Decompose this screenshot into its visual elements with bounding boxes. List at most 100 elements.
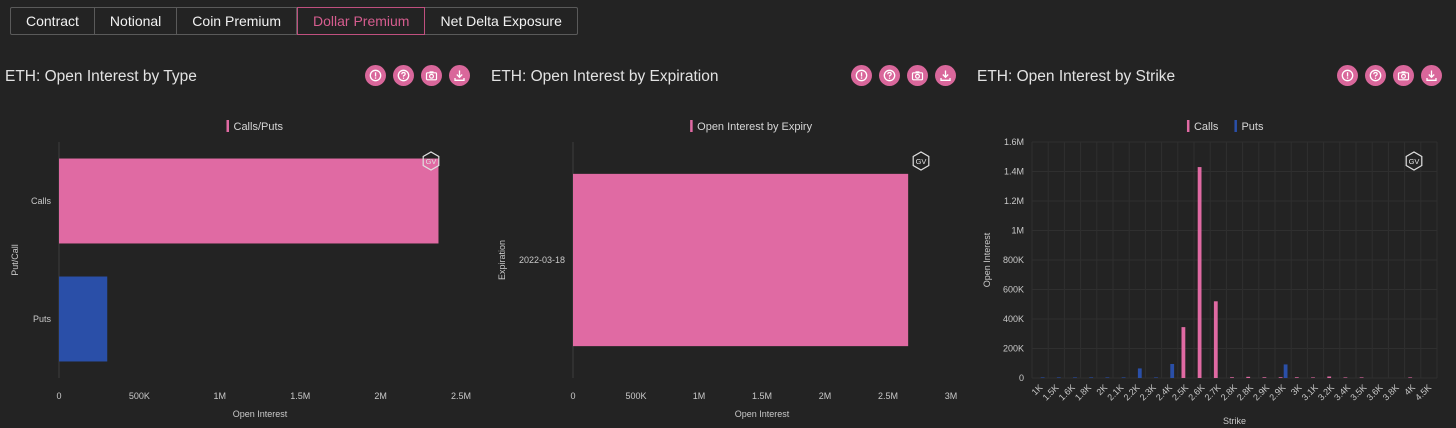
x-tick-label: 2.2K [1122,382,1142,402]
view-tabs: Contract Notional Coin Premium Dollar Pr… [10,7,578,35]
tab-notional[interactable]: Notional [94,7,178,35]
legend-label-open-interest-by-expiry: Open Interest by Expiry [697,121,812,133]
x-tick-label: 1M [214,391,227,401]
bar-puts-2-3k [1154,377,1158,378]
x-axis-title: Open Interest [735,409,790,419]
tab-dollar-premium[interactable]: Dollar Premium [297,7,426,35]
x-tick-label: 500K [625,391,646,401]
y-tick-label: Puts [33,314,52,324]
y-tick-label: 1M [1011,226,1024,236]
bar-calls-3-5k [1359,377,1364,378]
x-tick-label: 2.5M [451,391,471,401]
y-tick-label: 0 [1019,373,1024,383]
x-tick-label: 3.8K [1381,382,1401,402]
y-tick-label: 1.6M [1004,137,1024,147]
x-tick-label: 3.5K [1348,382,1368,402]
bar-calls-3-2k [1327,376,1332,378]
bar-calls-4k [1408,377,1413,378]
x-tick-label: 0 [56,391,61,401]
x-tick-label: 4.5K [1413,382,1433,402]
open-interest-by-strike-panel: ETH: Open Interest by Strike Calls Puts 0 2… [977,58,1452,428]
y-tick-label: 200K [1003,344,1024,354]
bar-calls-2-8k [1230,377,1234,378]
x-tick-label: 2.4K [1154,382,1174,402]
tab-coin-premium[interactable]: Coin Premium [177,7,297,35]
bar-puts-2k [1105,377,1110,378]
x-tick-label: 3.2K [1316,382,1336,402]
tab-contract[interactable]: Contract [10,7,95,35]
x-tick-label: 2.9K [1251,382,1271,402]
x-axis-title: Open Interest [233,409,288,419]
x-tick-label: 2.9K [1267,382,1287,402]
bar-calls-3-1k [1311,377,1315,378]
gv-logo-icon: GV [1405,151,1423,171]
bar-calls-2-9k [1262,377,1267,378]
y-tick-label: 2022-03-18 [519,255,565,265]
bar-calls-3-4k [1343,377,1348,378]
legend-label-puts: Puts [1241,121,1264,133]
x-tick-label: 3M [945,391,958,401]
y-tick-label: 1.4M [1004,167,1024,177]
legend-swatch-open-interest-by-expiry [690,120,693,132]
open-interest-by-expiration-panel: ETH: Open Interest by Expiration Open In… [491,58,966,428]
x-tick-label: 1.5M [290,391,310,401]
bar-puts-1-6k [1073,377,1077,378]
bar-puts [59,276,108,362]
x-tick-label: 2.6K [1186,382,1206,402]
x-tick-label: 2M [374,391,387,401]
x-tick-label: 2M [819,391,832,401]
y-axis-title: Put/Call [10,244,20,276]
bar-puts-1-8k [1089,377,1094,378]
x-tick-label: 2.8K [1235,382,1255,402]
gv-logo-text: GV [916,157,927,166]
x-tick-label: 3.1K [1300,382,1320,402]
bar-puts-2-9k [1283,364,1288,378]
legend-label-calls-puts: Calls/Puts [234,121,284,133]
bar-puts-2-2k [1137,368,1142,378]
x-tick-label: 2.1K [1105,382,1125,402]
x-tick-label: 1M [693,391,706,401]
legend-swatch-puts [1234,120,1237,132]
open-interest-by-type-panel: ETH: Open Interest by Type Calls/Puts Cal… [5,58,480,428]
x-tick-label: 2.3K [1138,382,1158,402]
y-axis-title: Open Interest [982,232,992,287]
bar-calls-2-7k [1213,301,1218,378]
y-tick-label: 600K [1003,285,1024,295]
y-tick-label: 1.2M [1004,196,1024,206]
bar-calls-2-8k [1246,376,1251,378]
bar-calls-2-5k [1181,327,1186,378]
x-tick-label: 2.7K [1203,382,1223,402]
x-tick-label: 2.5M [878,391,898,401]
bar-2022-03-18 [573,173,909,347]
y-tick-label: 400K [1003,314,1024,324]
tab-net-delta-exposure[interactable]: Net Delta Exposure [425,7,578,35]
gv-logo-text: GV [426,157,437,166]
open-interest-by-expiration-chart: Open Interest by Expiry 2022-03-18 0 500K 1M… [497,120,958,419]
x-tick-label: 500K [129,391,150,401]
legend-swatch-calls [1186,120,1190,132]
y-axis-title: Expiration [497,240,507,280]
bar-calls [59,158,439,244]
bar-puts-1k [1040,377,1045,378]
x-tick-label: 3.4K [1332,382,1352,402]
x-tick-label: 2.8K [1219,382,1239,402]
bar-puts-2-1k [1121,377,1126,378]
open-interest-by-type-chart: Calls/Puts Calls Puts 0 500K 1M 1.5M 2M 2.5M Open… [10,120,471,419]
open-interest-by-strike-chart: Calls Puts 0 200K 400K 600K 800K 1M 1.2M 1.4M 1.6M… [982,120,1438,426]
gv-logo-icon: GV [912,151,930,171]
x-tick-label: 1.5K [1041,382,1061,402]
x-tick-label: 3.6K [1365,382,1385,402]
bar-calls-3k [1294,377,1299,378]
bar-puts-1-5k [1056,377,1061,378]
x-tick-label: 1.6K [1057,382,1077,402]
bar-calls-2-6k [1197,167,1202,378]
gv-logo-text: GV [1409,157,1420,166]
x-tick-label: 2.5K [1170,382,1190,402]
legend-swatch-calls-puts [226,120,229,132]
bar-calls-2-9k [1278,377,1283,378]
bar-puts-2-4k [1170,363,1175,378]
x-tick-label: 1.5M [752,391,772,401]
y-tick-label: Calls [31,196,52,206]
x-tick-label: 1.8K [1073,382,1093,402]
x-axis-title: Strike [1223,416,1246,426]
